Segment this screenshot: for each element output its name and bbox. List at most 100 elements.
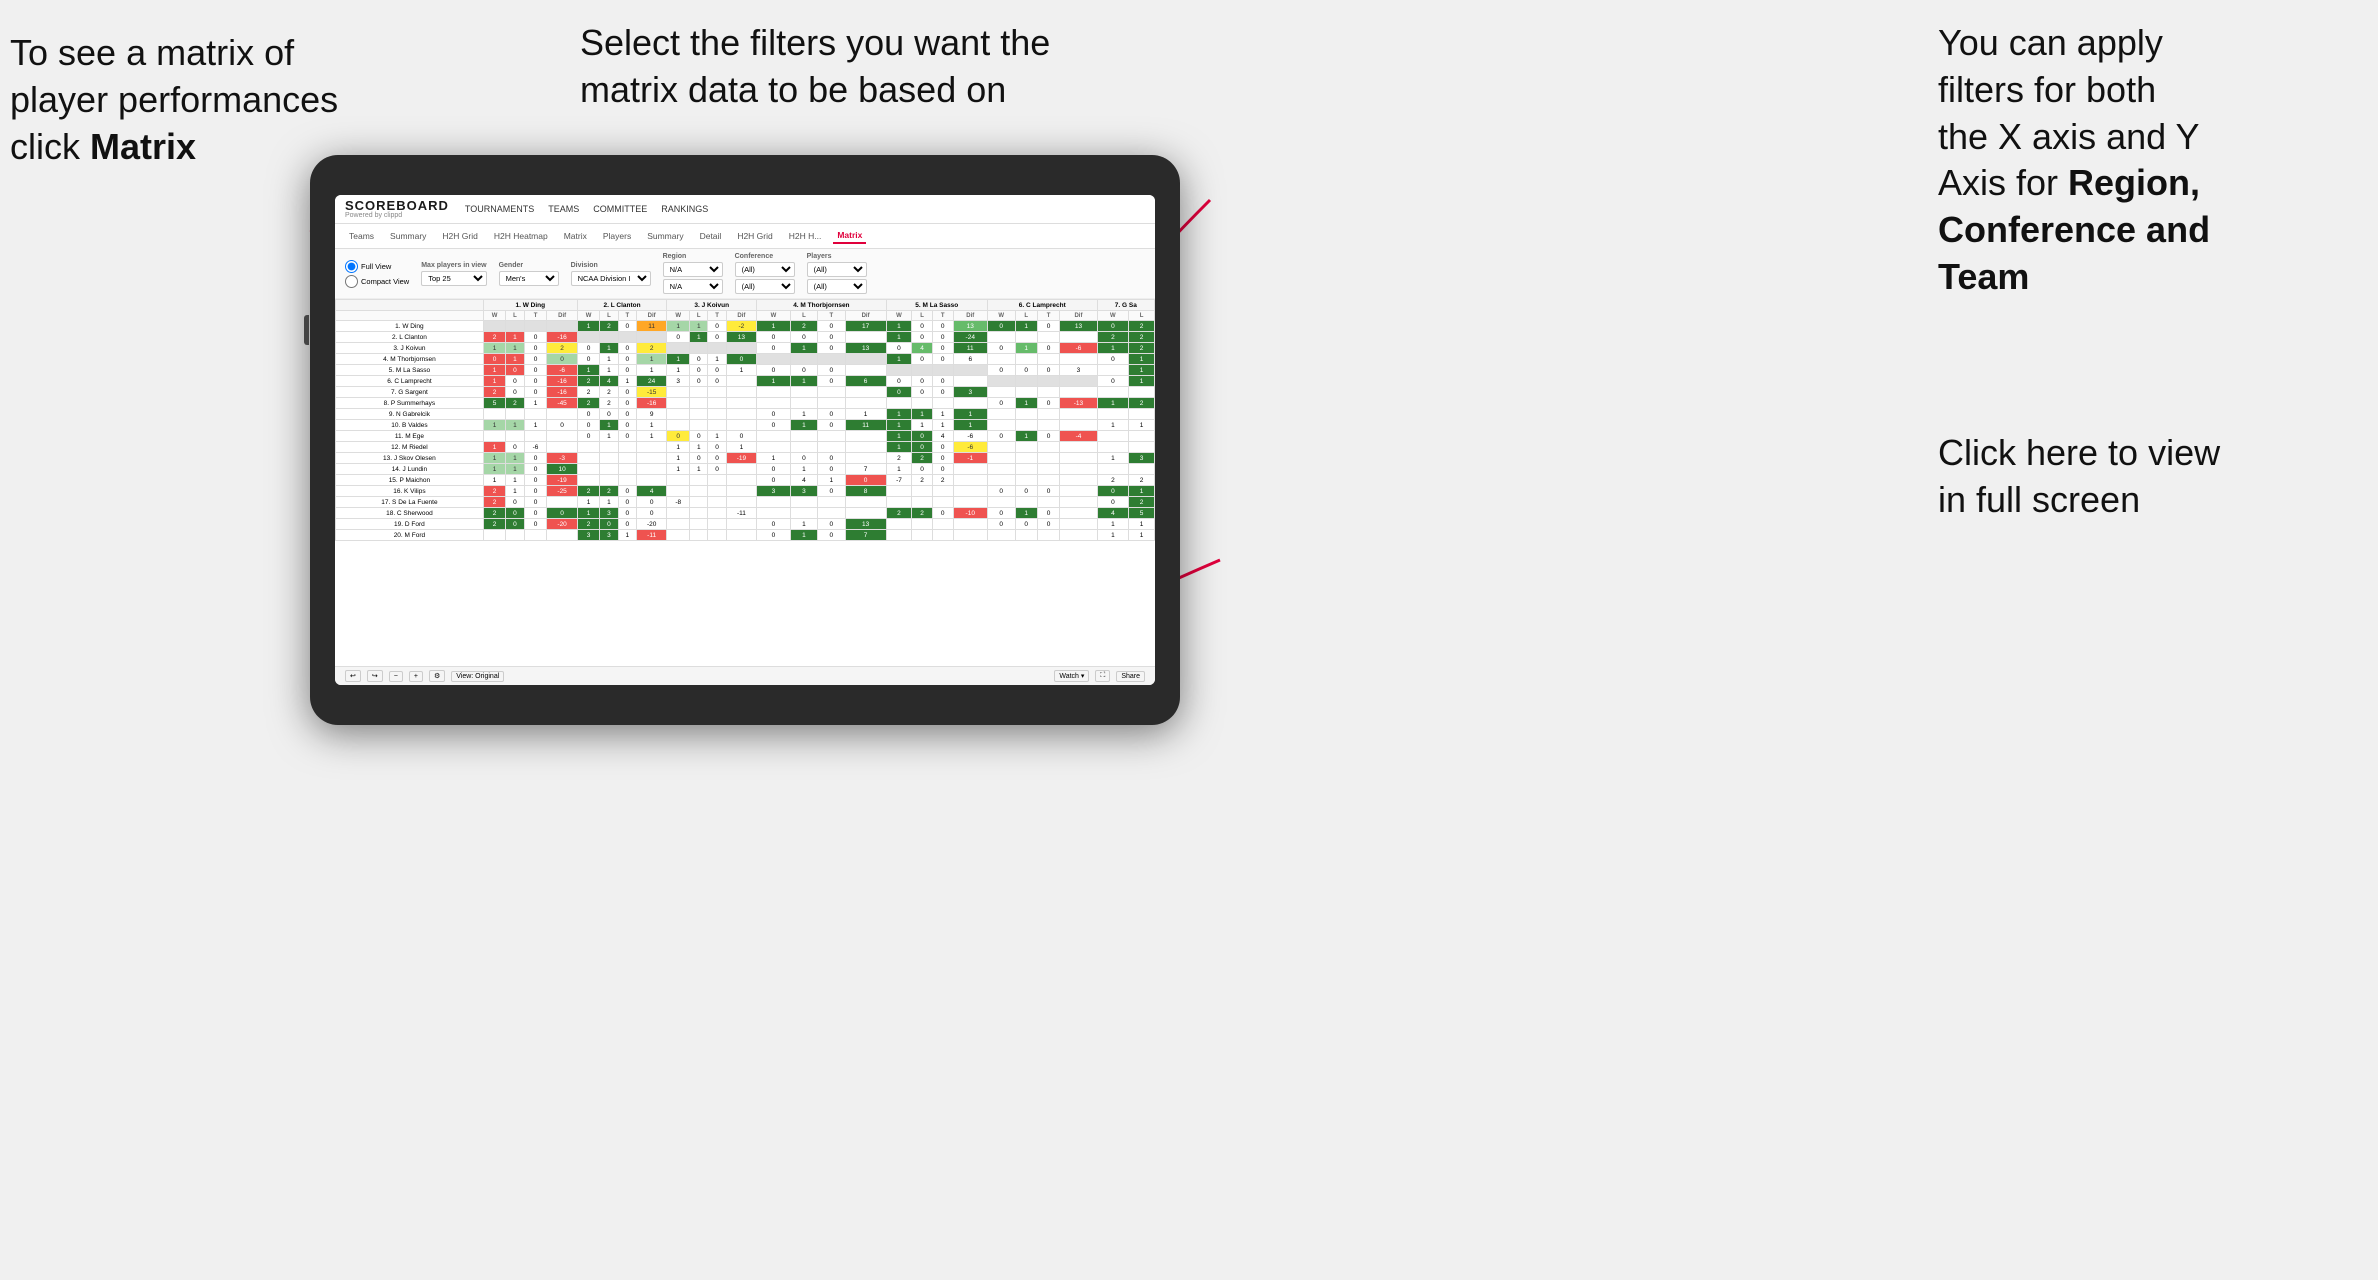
table-row: 18. C Sherwood 2000 1300 -11 220-10 010 … xyxy=(336,508,1155,519)
sh-7-l: L xyxy=(1129,311,1155,321)
col-header-5: 5. M La Sasso xyxy=(886,300,987,311)
logo-area: SCOREBOARD Powered by clippd xyxy=(345,199,449,219)
sh-4-t: T xyxy=(818,311,845,321)
table-row: 14. J Lundin 11010 110 0107 100 xyxy=(336,464,1155,475)
col-header-6: 6. C Lamprecht xyxy=(987,300,1097,311)
tab-summary[interactable]: Summary xyxy=(386,229,430,243)
division-select[interactable]: NCAA Division I xyxy=(571,271,651,286)
undo-button[interactable]: ↩ xyxy=(345,670,361,682)
row-label-13: 13. J Skov Olesen xyxy=(336,453,484,464)
view-original-button[interactable]: View: Original xyxy=(451,671,504,682)
table-row: 20. M Ford 331-11 0107 11 xyxy=(336,530,1155,541)
sh-6-l: L xyxy=(1015,311,1037,321)
annotation-left: To see a matrix of player performances c… xyxy=(10,30,350,170)
region-select-1[interactable]: N/A xyxy=(663,262,723,277)
players-select-1[interactable]: (All) xyxy=(807,262,867,277)
toolbar-right: Watch ▾ ⛶ Share xyxy=(1054,670,1145,682)
region-select-2[interactable]: N/A xyxy=(663,279,723,294)
players-filter: Players (All) (All) xyxy=(807,253,867,294)
division-label: Division xyxy=(571,262,651,269)
row-label-5: 5. M La Sasso xyxy=(336,365,484,376)
tab-matrix-active[interactable]: Matrix xyxy=(833,228,866,244)
view-original-label: View: Original xyxy=(456,673,499,680)
tab-players[interactable]: Players xyxy=(599,229,635,243)
zoom-in-button[interactable]: + xyxy=(409,671,423,682)
sh-6-w: W xyxy=(987,311,1015,321)
tab-detail[interactable]: Detail xyxy=(696,229,726,243)
table-row: 13. J Skov Olesen 110-3 100-19 100 220-1… xyxy=(336,453,1155,464)
annotation-left-line3-bold: Matrix xyxy=(90,126,196,167)
annotation-right-bottom: Click here to view in full screen xyxy=(1938,430,2318,524)
row-label-8: 8. P Summerhays xyxy=(336,398,484,409)
nav-tournaments[interactable]: TOURNAMENTS xyxy=(465,202,534,216)
players-select-2[interactable]: (All) xyxy=(807,279,867,294)
row-label-1: 1. W Ding xyxy=(336,321,484,332)
gender-filter: Gender Men's xyxy=(499,262,559,286)
watch-label: Watch ▾ xyxy=(1059,673,1084,680)
fullscreen-button[interactable]: ⛶ xyxy=(1095,670,1110,682)
ann-rt-l4p: Axis for xyxy=(1938,162,2068,203)
conference-select-1[interactable]: (All) xyxy=(735,262,795,277)
table-row: 16. K Vilips 210-25 2204 3308 000 01 xyxy=(336,486,1155,497)
annotation-right-top: You can apply filters for both the X axi… xyxy=(1938,20,2318,301)
annotation-center-text: Select the filters you want the matrix d… xyxy=(580,22,1050,110)
gender-select[interactable]: Men's xyxy=(499,271,559,286)
table-row: 4. M Thorbjornsen 0100 0101 1010 1006 01 xyxy=(336,354,1155,365)
col-header-2: 2. L Clanton xyxy=(577,300,667,311)
corner-cell xyxy=(336,300,484,311)
ann-rb-l2: in full screen xyxy=(1938,479,2140,520)
row-label-7: 7. G Sargent xyxy=(336,387,484,398)
gender-label: Gender xyxy=(499,262,559,269)
ann-rt-l5: Conference and xyxy=(1938,209,2210,250)
row-label-4: 4. M Thorbjornsen xyxy=(336,354,484,365)
max-players-select[interactable]: Top 25 xyxy=(421,271,486,286)
compact-view-radio[interactable]: Compact View xyxy=(345,275,409,288)
tab-summary2[interactable]: Summary xyxy=(643,229,687,243)
settings-button[interactable]: ⚙ xyxy=(429,670,445,682)
redo-button[interactable]: ↪ xyxy=(367,670,383,682)
tab-matrix[interactable]: Matrix xyxy=(560,229,591,243)
full-view-label: Full View xyxy=(361,262,391,271)
row-label-15: 15. P Maichon xyxy=(336,475,484,486)
nav-teams[interactable]: TEAMS xyxy=(548,202,579,216)
sh-6-t: T xyxy=(1037,311,1059,321)
col-header-7: 7. G Sa xyxy=(1097,300,1154,311)
nav-committee[interactable]: COMMITTEE xyxy=(593,202,647,216)
share-button[interactable]: Share xyxy=(1116,671,1145,682)
sh-4-w: W xyxy=(757,311,791,321)
sh-2-t: T xyxy=(618,311,636,321)
table-row: 8. P Summerhays 521-45 220-16 010-13 12 xyxy=(336,398,1155,409)
annotation-left-line1: To see a matrix of xyxy=(10,32,294,73)
tab-h2h-h[interactable]: H2H H... xyxy=(785,229,826,243)
conference-select-2[interactable]: (All) xyxy=(735,279,795,294)
tab-teams[interactable]: Teams xyxy=(345,229,378,243)
watch-button[interactable]: Watch ▾ xyxy=(1054,670,1089,682)
nav-rankings[interactable]: RANKINGS xyxy=(661,202,708,216)
matrix-container[interactable]: 1. W Ding 2. L Clanton 3. J Koivun 4. M … xyxy=(335,299,1155,666)
compact-view-label: Compact View xyxy=(361,277,409,286)
full-view-radio[interactable]: Full View xyxy=(345,260,409,273)
tab-h2h-grid[interactable]: H2H Grid xyxy=(438,229,481,243)
conference-filter: Conference (All) (All) xyxy=(735,253,795,294)
table-row: 19. D Ford 200-20 200-20 01013 000 11 xyxy=(336,519,1155,530)
table-row: 6. C Lamprecht 100-16 24124 300 1106 000… xyxy=(336,376,1155,387)
matrix-table: 1. W Ding 2. L Clanton 3. J Koivun 4. M … xyxy=(335,299,1155,541)
tab-h2h-heatmap[interactable]: H2H Heatmap xyxy=(490,229,552,243)
ann-rb-l1: Click here to view xyxy=(1938,432,2220,473)
sh-1-t: T xyxy=(524,311,547,321)
compact-view-input[interactable] xyxy=(345,275,358,288)
sh-5-l: L xyxy=(912,311,933,321)
row-label-3: 3. J Koivun xyxy=(336,343,484,354)
logo-sub: Powered by clippd xyxy=(345,212,449,219)
nav-items: TOURNAMENTS TEAMS COMMITTEE RANKINGS xyxy=(465,202,708,216)
sh-5-t: T xyxy=(932,311,953,321)
sh-1-d: Dif xyxy=(547,311,577,321)
tab-h2h-grid2[interactable]: H2H Grid xyxy=(733,229,776,243)
sh-3-t: T xyxy=(708,311,726,321)
full-view-input[interactable] xyxy=(345,260,358,273)
sh-1-l: L xyxy=(506,311,524,321)
ann-rt-l4b: Region, xyxy=(2068,162,2200,203)
zoom-out-button[interactable]: − xyxy=(389,671,403,682)
logo-text: SCOREBOARD xyxy=(345,199,449,212)
conference-label: Conference xyxy=(735,253,795,260)
